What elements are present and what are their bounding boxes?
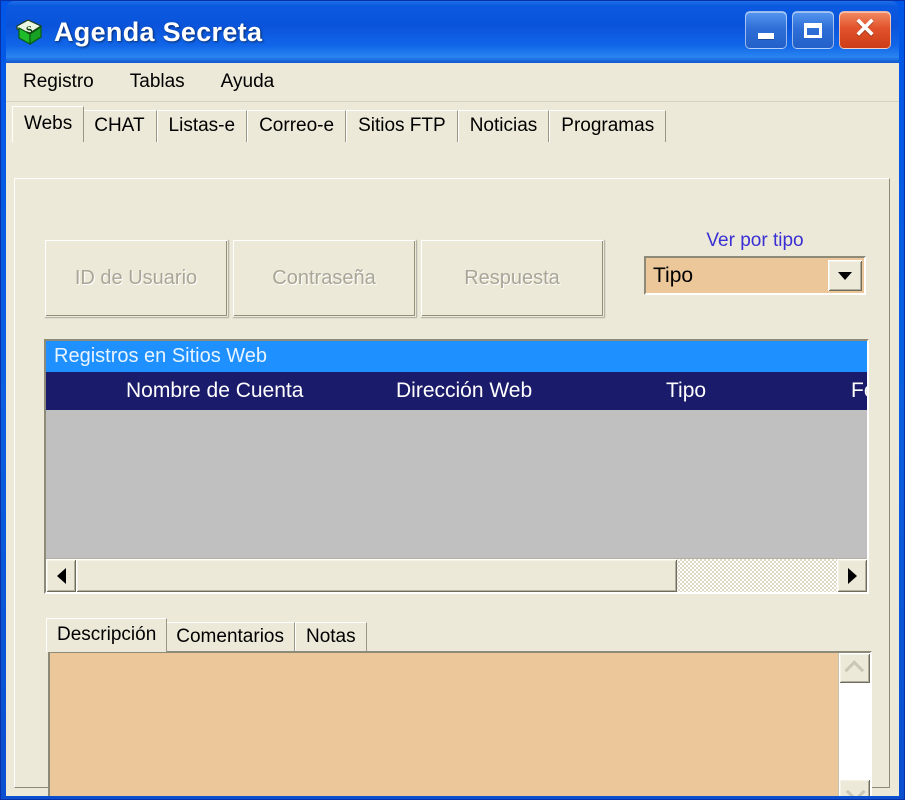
user-id-button[interactable]: ID de Usuario: [44, 239, 228, 317]
window-controls: ✕: [745, 11, 891, 49]
title-bar[interactable]: S Agenda Secreta ✕: [6, 1, 899, 63]
tab-listas-e[interactable]: Listas-e: [156, 110, 248, 142]
close-button[interactable]: ✕: [839, 11, 891, 49]
type-filter-select[interactable]: Tipo: [644, 256, 866, 295]
chevron-up-glyph: [843, 660, 864, 681]
scroll-thumb[interactable]: [76, 559, 678, 592]
scroll-track[interactable]: [76, 559, 837, 592]
scroll-right-icon[interactable]: [837, 559, 867, 592]
column-tipo[interactable]: Tipo: [666, 379, 706, 403]
answer-button[interactable]: Respuesta: [420, 239, 604, 317]
chevron-down-icon[interactable]: [828, 260, 862, 291]
close-icon: ✕: [853, 13, 877, 43]
application-window: S Agenda Secreta ✕ Registro Tablas Ayuda…: [0, 0, 905, 800]
tab-programas[interactable]: Programas: [549, 110, 667, 142]
vertical-scrollbar[interactable]: [838, 653, 870, 796]
subtab-notas[interactable]: Notas: [294, 622, 367, 652]
tab-correo-e[interactable]: Correo-e: [247, 110, 347, 142]
minimize-icon: [758, 33, 774, 39]
filter-group: Ver por tipo Tipo: [644, 230, 866, 295]
minimize-button[interactable]: [745, 11, 787, 49]
scroll-left-icon[interactable]: [46, 559, 76, 592]
arrow-left-glyph: [56, 567, 66, 584]
column-fecha[interactable]: Fe: [851, 379, 867, 403]
arrow-down-glyph: [838, 271, 852, 280]
credential-button-row: ID de Usuario Contraseña Respuesta: [44, 239, 604, 317]
list-title: Registros en Sitios Web: [46, 341, 867, 372]
menu-bar: Registro Tablas Ayuda: [6, 63, 899, 102]
arrow-right-glyph: [847, 567, 857, 584]
password-button[interactable]: Contraseña: [232, 239, 416, 317]
tab-chat[interactable]: CHAT: [82, 110, 157, 142]
main-tab-strip: Webs CHAT Listas-e Correo-e Sitios FTP N…: [12, 106, 899, 142]
chevron-down-glyph: [845, 781, 866, 796]
menu-item-registro[interactable]: Registro: [20, 69, 97, 95]
subtab-comentarios[interactable]: Comentarios: [165, 622, 295, 652]
scroll-down-icon[interactable]: [839, 779, 870, 796]
filter-label: Ver por tipo: [706, 230, 804, 251]
maximize-icon: [804, 22, 822, 38]
agenda-book-icon: S: [14, 17, 44, 47]
description-textarea[interactable]: [48, 651, 872, 796]
tab-noticias[interactable]: Noticias: [457, 110, 550, 142]
type-filter-value: Tipo: [653, 263, 694, 287]
list-column-header: Nombre de Cuenta Dirección Web Tipo Fe: [46, 372, 867, 410]
subtab-descripcion[interactable]: Descripción: [46, 618, 168, 652]
horizontal-scrollbar[interactable]: [46, 558, 867, 592]
tab-sitios-ftp[interactable]: Sitios FTP: [346, 110, 458, 142]
tab-page-webs: ID de Usuario Contraseña Respuesta Ver p…: [14, 178, 890, 796]
records-list[interactable]: Registros en Sitios Web Nombre de Cuenta…: [44, 339, 869, 594]
column-direccion-web[interactable]: Dirección Web: [396, 379, 532, 403]
client-area: Registro Tablas Ayuda Webs CHAT Listas-e…: [6, 63, 899, 796]
maximize-button[interactable]: [792, 11, 834, 49]
column-nombre-de-cuenta[interactable]: Nombre de Cuenta: [126, 379, 303, 403]
menu-item-tablas[interactable]: Tablas: [127, 69, 188, 95]
description-text[interactable]: [50, 653, 838, 796]
list-body-empty[interactable]: [46, 410, 867, 558]
menu-item-ayuda[interactable]: Ayuda: [218, 69, 278, 95]
window-title: Agenda Secreta: [54, 16, 263, 47]
scroll-up-icon[interactable]: [839, 653, 870, 683]
detail-tab-strip: Descripción Comentarios Notas: [46, 618, 367, 652]
tab-webs[interactable]: Webs: [12, 106, 85, 142]
